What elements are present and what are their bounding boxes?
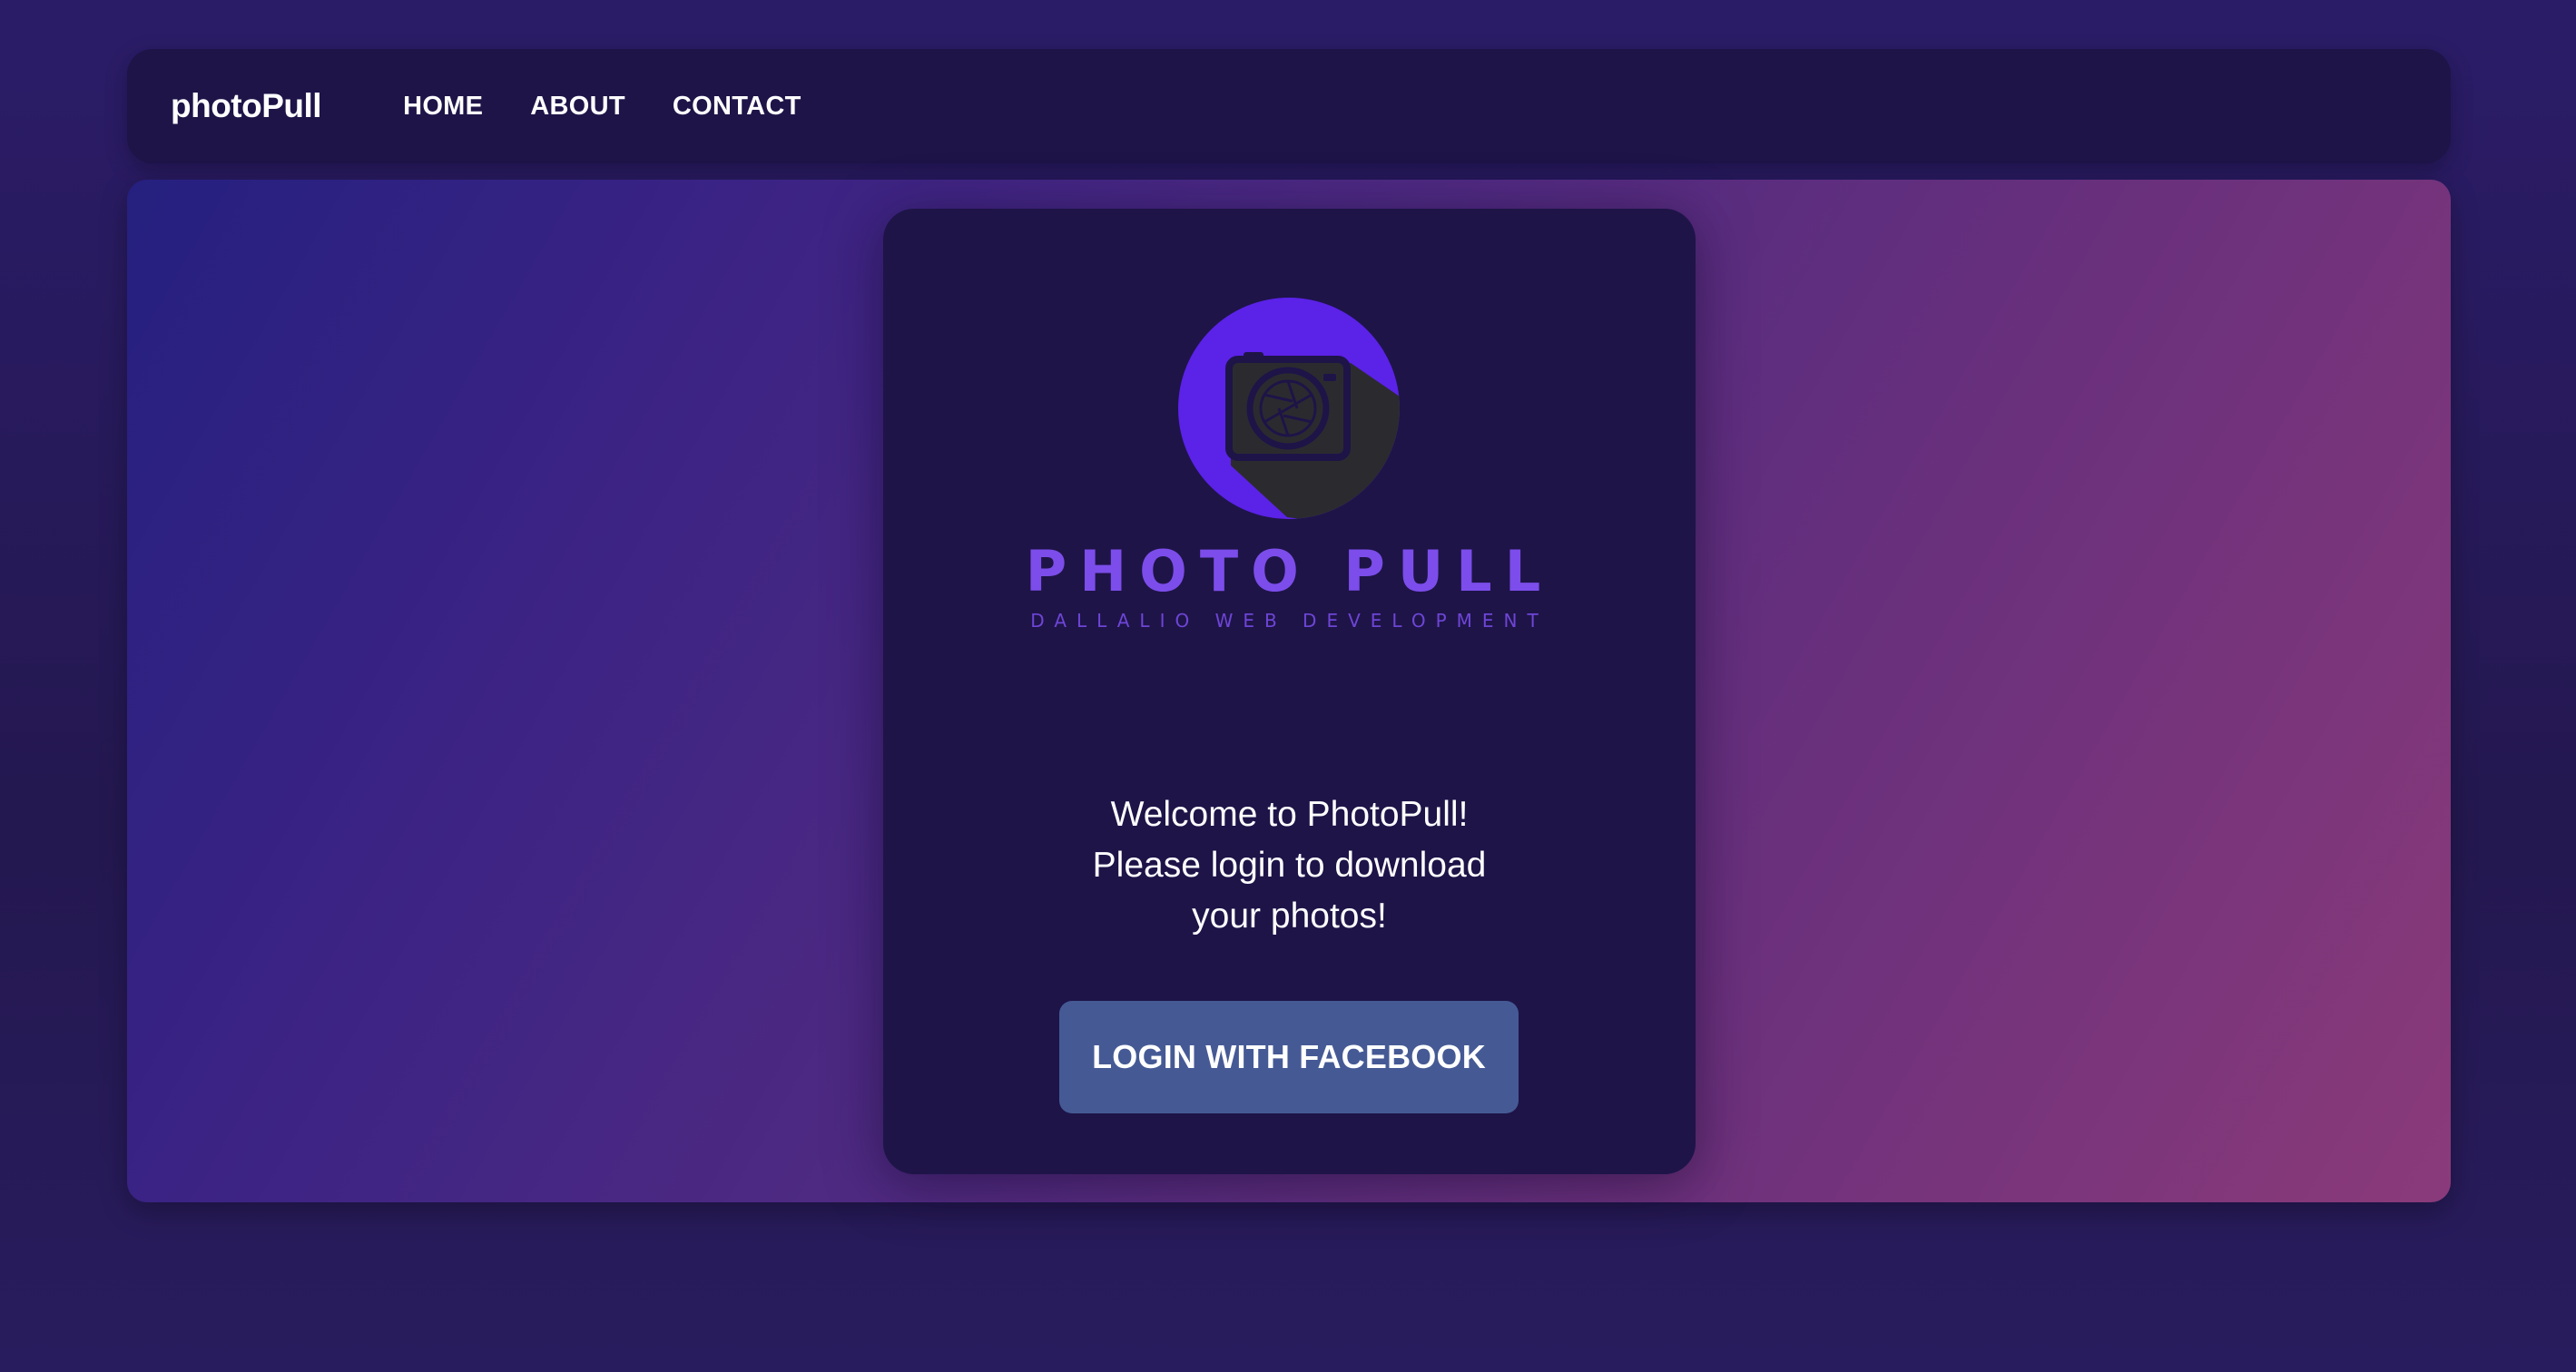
photo-pull-logo: PHOTO PULL DALLALIO WEB DEVELOPMENT	[883, 209, 1696, 662]
welcome-message: Welcome to PhotoPull! Please login to do…	[1065, 789, 1514, 942]
nav-links: HOME ABOUT CONTACT	[403, 92, 849, 122]
welcome-line: your photos!	[1192, 897, 1387, 936]
camera-icon	[1178, 298, 1400, 519]
nav-link-contact[interactable]: CONTACT	[673, 92, 801, 122]
logo-subtitle: DALLALIO WEB DEVELOPMENT	[1030, 610, 1549, 632]
welcome-line: Please login to download	[1092, 846, 1487, 885]
login-with-facebook-button[interactable]: LOGIN WITH FACEBOOK	[1059, 1001, 1519, 1113]
nav-link-about[interactable]: ABOUT	[530, 92, 625, 122]
welcome-line: Welcome to PhotoPull!	[1110, 795, 1469, 834]
navbar: photoPull HOME ABOUT CONTACT	[127, 49, 2451, 163]
logo-title: PHOTO PULL	[1025, 538, 1554, 604]
brand-logo-link[interactable]: photoPull	[171, 87, 322, 125]
nav-link-home[interactable]: HOME	[403, 92, 483, 122]
login-card: PHOTO PULL DALLALIO WEB DEVELOPMENT Welc…	[883, 209, 1696, 1174]
